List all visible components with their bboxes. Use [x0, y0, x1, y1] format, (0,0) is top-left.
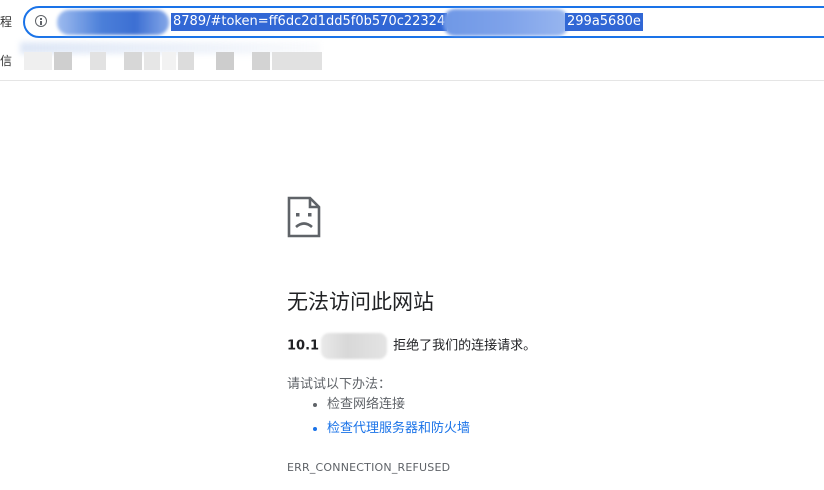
- left-edge-text: 程: [0, 15, 13, 29]
- bookmark-item-redacted[interactable]: [162, 52, 176, 70]
- bookmark-item-redacted[interactable]: [90, 52, 106, 70]
- error-host-line: 10.1 拒绝了我们的连接请求。: [287, 333, 536, 359]
- browser-chrome: 程 8789/#token=ff6dc2d1dd5f0b570c22324 29…: [0, 0, 824, 81]
- url-text-end[interactable]: 299a5680e: [565, 13, 643, 31]
- suggestions-label: 请试试以下办法：: [287, 377, 392, 392]
- host-address: 10.1: [287, 338, 320, 354]
- url-text[interactable]: 8789/#token=ff6dc2d1dd5f0b570c22324: [171, 13, 448, 31]
- address-bar[interactable]: 8789/#token=ff6dc2d1dd5f0b570c22324 299a…: [23, 6, 824, 38]
- bookmark-item-redacted[interactable]: [124, 52, 142, 70]
- suggestion-check-network: 检查网络连接: [327, 395, 470, 419]
- bookmark-item-redacted[interactable]: [24, 52, 52, 70]
- left-edge-text: 信: [0, 54, 13, 68]
- bookmark-item-redacted[interactable]: [178, 52, 194, 70]
- url-redacted-segment: [443, 9, 569, 36]
- host-message: 拒绝了我们的连接请求。: [393, 338, 537, 354]
- error-title: 无法访问此网站: [287, 290, 434, 314]
- host-redacted: [321, 333, 388, 359]
- bookmark-item-redacted[interactable]: [252, 52, 270, 70]
- bookmark-item-redacted[interactable]: [144, 52, 160, 70]
- bookmark-item-redacted[interactable]: [216, 52, 234, 70]
- suggestions-list: 检查网络连接 检查代理服务器和防火墙: [287, 395, 470, 443]
- sad-page-icon: [287, 196, 321, 238]
- bookmark-item-redacted[interactable]: [272, 52, 322, 70]
- error-code: ERR_CONNECTION_REFUSED: [287, 461, 451, 474]
- url-redacted-segment: [57, 10, 169, 35]
- suggestion-check-proxy-link[interactable]: 检查代理服务器和防火墙: [327, 419, 470, 443]
- bookmark-item-redacted[interactable]: [54, 52, 72, 70]
- info-icon[interactable]: [35, 15, 47, 27]
